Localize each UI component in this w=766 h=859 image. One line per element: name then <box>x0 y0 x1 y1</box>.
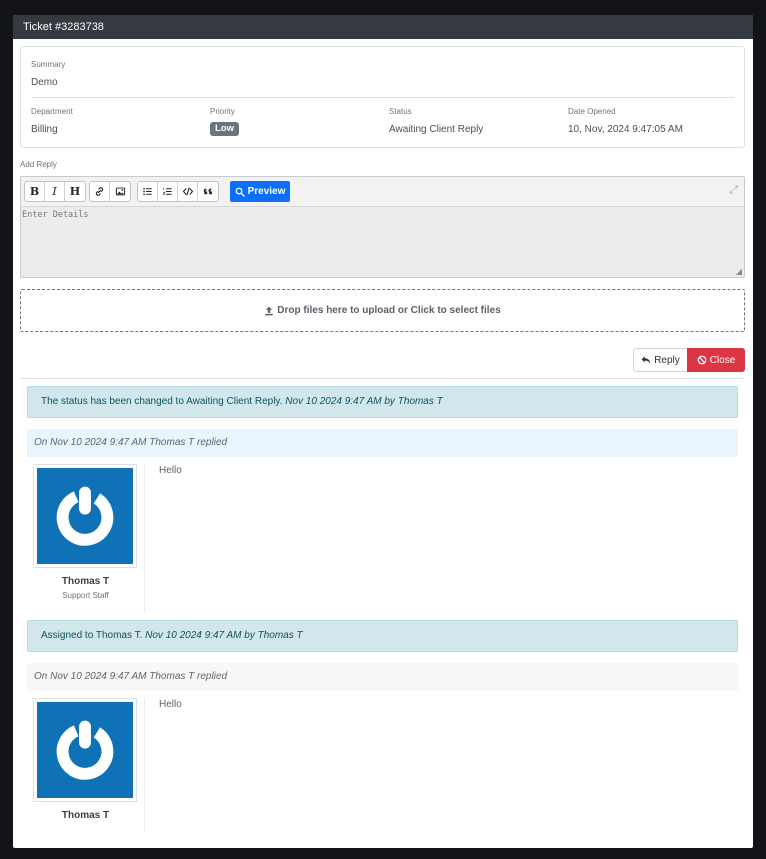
reply-arrow-icon <box>641 356 651 364</box>
alert-text: Assigned to Thomas T. <box>41 630 143 641</box>
avatar-image <box>37 468 133 564</box>
quote-button[interactable] <box>198 182 218 201</box>
heading-button[interactable]: H <box>65 182 85 201</box>
preview-button[interactable]: Preview <box>230 181 290 202</box>
close-button-label: Close <box>709 354 736 366</box>
resize-handle-icon[interactable]: ◢ <box>736 267 742 276</box>
author-column: Thomas T <box>27 698 145 833</box>
reply-button[interactable]: Reply <box>633 348 688 372</box>
avatar-image <box>37 702 133 798</box>
reply-textarea[interactable]: Enter Details <box>21 207 744 277</box>
author-role: Support Staff <box>62 591 109 600</box>
search-icon <box>235 187 245 197</box>
dropzone-text: Drop files here to upload or Click to se… <box>277 305 501 316</box>
avatar <box>33 464 137 568</box>
insert-group <box>89 181 131 202</box>
block-group <box>137 181 219 202</box>
alert-text: The status has been changed to Awaiting … <box>41 396 283 407</box>
department-value: Billing <box>31 124 58 135</box>
bullet-list-button[interactable] <box>138 182 158 201</box>
code-button[interactable] <box>178 182 198 201</box>
priority-badge: Low <box>210 122 239 136</box>
alert-meta: Nov 10 2024 9:47 AM by Thomas T <box>285 396 443 407</box>
status-label: Status <box>389 107 412 116</box>
reply-message: Hello <box>159 465 182 476</box>
image-icon <box>115 187 125 196</box>
fullscreen-icon[interactable]: ⤢ <box>729 184 738 197</box>
ticket-info-card: Summary Demo Department Billing Priority… <box>20 46 745 148</box>
reply-header: On Nov 10 2024 9:47 AM Thomas T replied <box>27 663 738 691</box>
format-group: B I H <box>24 181 86 202</box>
info-divider <box>31 97 734 98</box>
image-button[interactable] <box>110 182 130 201</box>
ticket-modal: Ticket #3283738 Summary Demo Department … <box>13 15 753 848</box>
assignment-alert: Assigned to Thomas T. Nov 10 2024 9:47 A… <box>27 620 738 652</box>
code-icon <box>182 187 193 196</box>
ban-icon <box>697 355 707 365</box>
preview-label: Preview <box>247 186 286 197</box>
reply-message: Hello <box>159 699 182 710</box>
italic-button[interactable]: I <box>45 182 65 201</box>
reply-button-label: Reply <box>654 354 680 366</box>
author-name: Thomas T <box>61 810 110 821</box>
reply-header: On Nov 10 2024 9:47 AM Thomas T replied <box>27 429 738 457</box>
avatar <box>33 698 137 802</box>
file-dropzone[interactable]: Drop files here to upload or Click to se… <box>20 289 745 332</box>
power-logo-icon <box>56 486 114 546</box>
date-opened-value: 10, Nov, 2024 9:47:05 AM <box>568 124 683 135</box>
summary-value: Demo <box>31 77 58 88</box>
close-ticket-button[interactable]: Close <box>687 348 745 372</box>
reply-editor: B I H Preview ⤢ Enter Details ◢ <box>20 176 745 278</box>
author-column: Thomas T Support Staff <box>27 464 145 612</box>
power-logo-icon <box>56 720 114 780</box>
status-value: Awaiting Client Reply <box>389 124 484 135</box>
date-opened-label: Date Opened <box>568 107 616 116</box>
modal-title: Ticket #3283738 <box>13 15 753 39</box>
editor-toolbar: B I H Preview ⤢ <box>21 177 744 207</box>
add-reply-label: Add Reply <box>20 160 57 169</box>
numbered-list-icon <box>162 187 172 195</box>
numbered-list-button[interactable] <box>158 182 178 201</box>
upload-icon <box>265 306 274 315</box>
alert-meta: Nov 10 2024 9:47 AM by Thomas T <box>145 630 303 641</box>
quote-icon <box>203 188 212 195</box>
link-icon <box>95 187 104 196</box>
bullet-list-icon <box>143 187 152 196</box>
author-name: Thomas T <box>61 576 110 587</box>
link-button[interactable] <box>90 182 110 201</box>
priority-label: Priority <box>210 107 235 116</box>
summary-label: Summary <box>31 60 66 69</box>
department-label: Department <box>31 107 73 116</box>
actions-divider <box>20 378 745 379</box>
bold-button[interactable]: B <box>25 182 45 201</box>
status-change-alert: The status has been changed to Awaiting … <box>27 386 738 418</box>
